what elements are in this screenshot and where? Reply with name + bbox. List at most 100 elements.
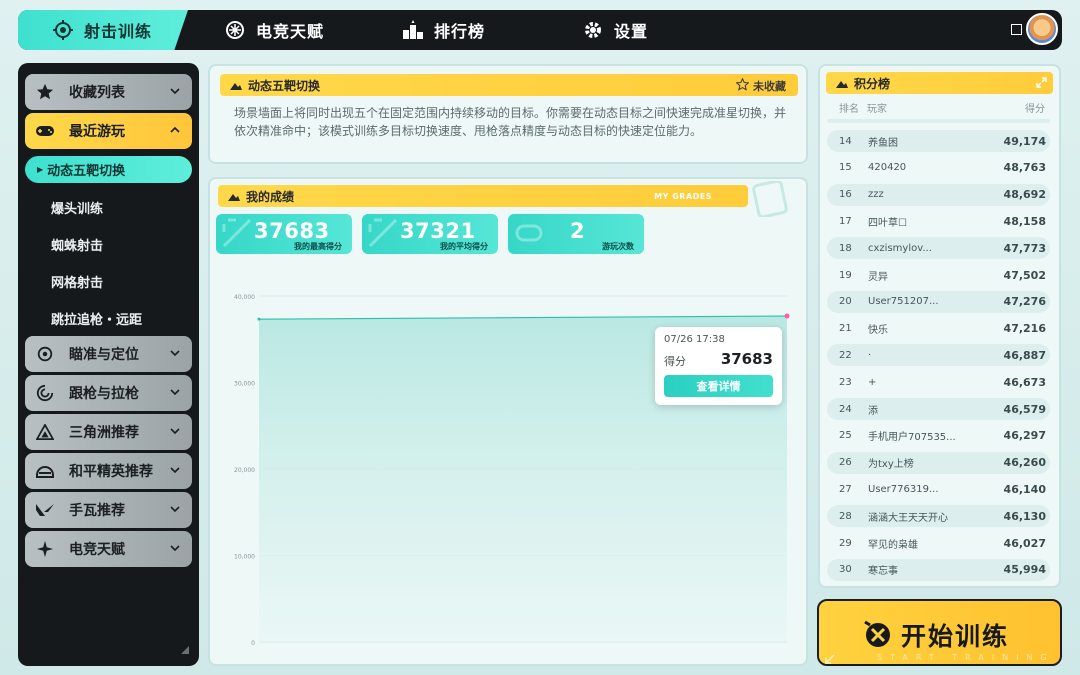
row-rank: 24: [839, 403, 852, 415]
expand-corner-icon: [825, 649, 835, 664]
esports-icon: [224, 19, 246, 41]
sidebar-item-label: 三角洲推荐: [69, 425, 139, 441]
row-score: 48,763: [1003, 161, 1046, 175]
favorite-label: 未收藏: [753, 80, 786, 93]
row-rank: 23: [839, 376, 852, 388]
row-score: 48,158: [1003, 214, 1046, 228]
sidebar-item-delta[interactable]: 三角洲推荐: [25, 414, 192, 450]
leaderboard-row[interactable]: 23 +46,673: [827, 371, 1050, 393]
row-player: 四叶草☐: [868, 217, 907, 229]
sidebar-item-label: 收藏列表: [69, 85, 125, 101]
tab-esports-talent[interactable]: 电竞天赋: [224, 10, 324, 50]
mode-title: 动态五靶切换: [248, 78, 321, 93]
view-details-button[interactable]: 查看详情: [664, 375, 773, 397]
recent-item[interactable]: 蜘蛛射击: [51, 235, 103, 254]
leaderboard-row[interactable]: 17 四叶草☐ 48,158: [827, 210, 1050, 232]
leaderboard-row[interactable]: 30 寒忘事 45,994: [827, 558, 1050, 581]
stat-card-best-score: 37683 我的最高得分: [216, 214, 352, 254]
expand-icon[interactable]: [1036, 77, 1047, 88]
leaderboard-row[interactable]: 18 cxzismylov... 47,773: [827, 237, 1050, 260]
stat-label: 我的最高得分: [294, 242, 342, 251]
mode-title-bar: 动态五靶切换 未收藏: [220, 74, 798, 96]
row-player: +: [868, 376, 877, 388]
row-rank: 14: [839, 135, 852, 147]
favorite-toggle[interactable]: 未收藏: [735, 77, 786, 94]
row-score: 46,673: [1003, 375, 1046, 389]
leaderboard-row[interactable]: 24 添 46,579: [827, 398, 1050, 420]
helmet-icon: [35, 461, 55, 481]
gamepad-icon: [35, 121, 55, 141]
sidebar-item-recent[interactable]: 最近游玩: [25, 113, 192, 149]
row-score: 46,579: [1003, 402, 1046, 416]
recent-item-dynamic-five-target[interactable]: ▶ 动态五靶切换: [25, 156, 192, 183]
grades-title-en: MY GRADES: [654, 191, 712, 201]
stat-value: 37683: [254, 219, 330, 243]
row-rank: 22: [839, 349, 852, 361]
resize-grip-icon[interactable]: [181, 646, 189, 654]
start-training-button[interactable]: 开始训练 START TRAINING: [817, 599, 1062, 666]
leaderboard-row[interactable]: 28 涵涵大王天天开心 46,130: [827, 505, 1050, 528]
target-icon: [35, 344, 55, 364]
grades-title: 我的成绩: [246, 189, 295, 204]
leaderboard-row[interactable]: 25 手机用户707535... 46,297: [827, 425, 1050, 447]
row-score: 46,297: [1003, 429, 1046, 443]
row-rank: 17: [839, 215, 852, 227]
tab-shooting-training[interactable]: 射击训练: [52, 10, 152, 50]
top-nav: 射击训练 电竞天赋 排行榜 设置: [18, 10, 1062, 50]
score-point[interactable]: [784, 313, 790, 319]
tab-label: 电竞天赋: [256, 22, 325, 41]
row-player: User751207...: [868, 296, 939, 308]
leaderboard-row[interactable]: 27 User776319... 46,140: [827, 478, 1050, 500]
row-score: 47,502: [1003, 268, 1046, 282]
row-player: 420420: [868, 162, 907, 174]
tab-settings[interactable]: 设置: [582, 10, 648, 50]
chevron-down-icon: [168, 502, 182, 516]
sidebar-item-peace-elite[interactable]: 和平精英推荐: [25, 453, 192, 489]
leaderboard-row[interactable]: 14 养鱼困 49,174: [827, 130, 1050, 152]
avatar[interactable]: [1026, 13, 1058, 45]
tracking-icon: [35, 383, 55, 403]
sidebar-item-label: 和平精英推荐: [69, 464, 153, 480]
sidebar-item-valorant[interactable]: 手瓦推荐: [25, 492, 192, 528]
row-score: 46,887: [1003, 348, 1046, 362]
leaderboard-row[interactable]: 26 为txy上榜 46,260: [827, 451, 1050, 474]
crosshair-icon: [52, 19, 74, 41]
tab-label: 设置: [614, 22, 649, 41]
row-score: 46,140: [1003, 482, 1046, 496]
col-rank: 排名: [839, 104, 859, 115]
star-outline-icon: [735, 77, 750, 94]
leaderboard-row[interactable]: 19 灵异 47,502: [827, 264, 1050, 286]
recent-item[interactable]: 网格射击: [51, 272, 103, 291]
tooltip-key: 得分: [664, 355, 686, 368]
window-maximize-button[interactable]: [1011, 24, 1022, 35]
recent-item[interactable]: 跳拉追枪・远距: [51, 309, 142, 328]
row-score: 46,130: [1003, 509, 1046, 523]
leaderboard-row[interactable]: 29 罕见的枭雄 46,027: [827, 532, 1050, 554]
mode-info-panel: 动态五靶切换 未收藏 场景墙面上将同时出现五个在固定范围内持续移动的目标。你需要…: [208, 64, 808, 164]
leaderboard-title-bar: 积分榜: [826, 72, 1053, 94]
leaderboard-row[interactable]: 20 User751207... 47,276: [827, 290, 1050, 313]
clipboard-decoration-icon: [742, 179, 798, 219]
sidebar-item-esports-talent[interactable]: 电竞天赋: [25, 531, 192, 567]
sidebar-item-label: 最近游玩: [69, 124, 125, 140]
y-tick-label: 0: [251, 640, 255, 647]
mountain-icon: [836, 78, 848, 88]
tab-leaderboard[interactable]: 排行榜: [402, 10, 485, 50]
leaderboard-row[interactable]: 21 快乐 47,216: [827, 318, 1050, 340]
mode-description: 场景墙面上将同时出现五个在固定范围内持续移动的目标。你需要在动态目标之间快速完成…: [234, 106, 787, 138]
sidebar-item-tracking[interactable]: 跟枪与拉枪: [25, 375, 192, 411]
delta-icon: [35, 422, 55, 442]
leaderboard-row[interactable]: 16 zzz 48,692: [827, 183, 1050, 206]
gear-icon: [582, 19, 604, 41]
row-score: 45,994: [1003, 563, 1046, 577]
sidebar-item-aim-positioning[interactable]: 瞄准与定位: [25, 336, 192, 372]
mountain-icon: [228, 191, 240, 201]
row-player: 养鱼困: [868, 137, 898, 149]
leaderboard-divider: [827, 119, 1050, 123]
recent-item[interactable]: 爆头训练: [51, 198, 103, 217]
score-point[interactable]: [257, 317, 261, 321]
sidebar-item-favorites[interactable]: 收藏列表: [25, 74, 192, 110]
leaderboard-row[interactable]: 15 420420 48,763: [827, 157, 1050, 179]
row-score: 46,027: [1003, 536, 1046, 550]
leaderboard-row[interactable]: 22 · 46,887: [827, 344, 1050, 367]
